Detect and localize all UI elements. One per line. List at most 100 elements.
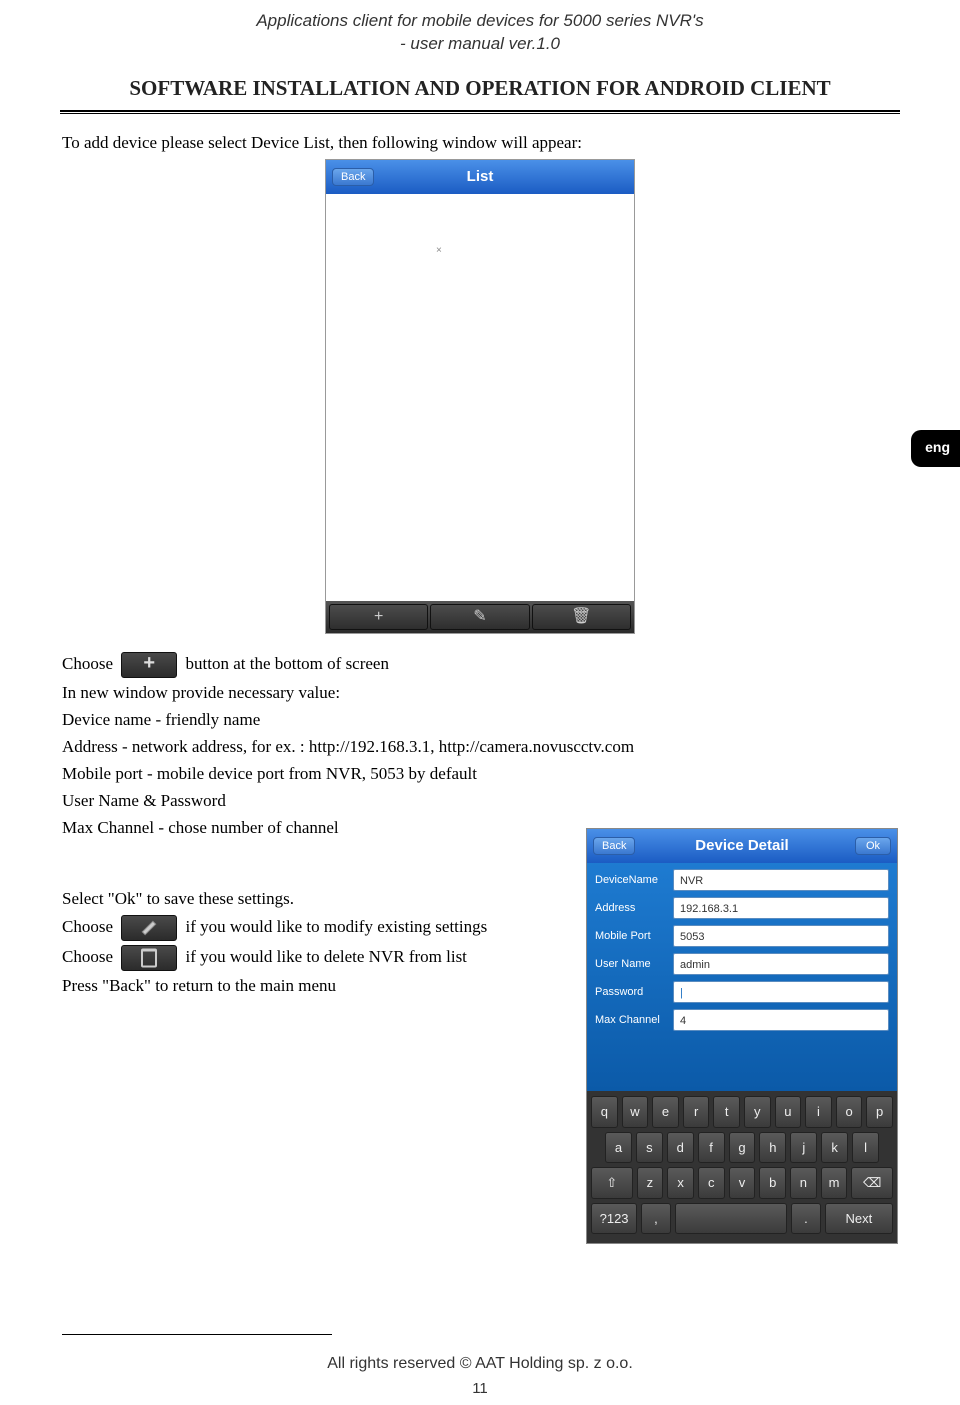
header-line1: Applications client for mobile devices f…	[0, 10, 960, 33]
label-max-channel: Max Channel	[595, 1013, 673, 1028]
choose-word: Choose	[62, 917, 113, 936]
key-z[interactable]: z	[637, 1167, 664, 1199]
list-bottombar: + ✎ 🗑	[326, 601, 634, 633]
choose-edit-line: Choose if you would like to modify exist…	[62, 915, 602, 941]
line-user-pass: User Name & Password	[62, 790, 602, 813]
key-space[interactable]	[675, 1203, 787, 1235]
line-address: Address - network address, for ex. : htt…	[62, 736, 898, 759]
key-t[interactable]: t	[713, 1096, 740, 1128]
key-n[interactable]: n	[790, 1167, 817, 1199]
keyboard-row-1: q w e r t y u i o p	[591, 1096, 893, 1128]
line-device-name: Device name - friendly name	[62, 709, 898, 732]
keyboard-row-2: a s d f g h j k l	[591, 1132, 893, 1164]
key-f[interactable]: f	[698, 1132, 725, 1164]
on-screen-keyboard: q w e r t y u i o p a s d f g h j k l ⇧ …	[587, 1091, 897, 1243]
key-p[interactable]: p	[866, 1096, 893, 1128]
line-max-channel: Max Channel - chose number of channel	[62, 817, 602, 840]
row-address: Address 192.168.3.1	[587, 891, 897, 919]
choose-delete-line: Choose if you would like to delete NVR f…	[62, 945, 602, 971]
key-h[interactable]: h	[759, 1132, 786, 1164]
input-device-name[interactable]: NVR	[673, 869, 889, 891]
key-symbols[interactable]: ?123	[591, 1203, 637, 1235]
key-next[interactable]: Next	[825, 1203, 893, 1235]
screenshot-device-detail: Back Device Detail Ok DeviceName NVR Add…	[586, 828, 898, 1244]
divider	[60, 110, 900, 114]
input-mobile-port[interactable]: 5053	[673, 925, 889, 947]
input-password[interactable]	[673, 981, 889, 1003]
label-mobile-port: Mobile Port	[595, 929, 673, 944]
key-v[interactable]: v	[729, 1167, 756, 1199]
label-user-name: User Name	[595, 957, 673, 972]
label-address: Address	[595, 901, 673, 916]
key-a[interactable]: a	[605, 1132, 632, 1164]
list-body: ×	[326, 194, 634, 601]
key-w[interactable]: w	[622, 1096, 649, 1128]
section-heading: SOFTWARE INSTALLATION AND OPERATION FOR …	[0, 74, 960, 102]
choose-add-line: Choose button at the bottom of screen	[62, 652, 898, 678]
keyboard-row-4: ?123 , . Next	[591, 1203, 893, 1235]
row-mobile-port: Mobile Port 5053	[587, 919, 897, 947]
key-o[interactable]: o	[836, 1096, 863, 1128]
line-press-back: Press "Back" to return to the main menu	[62, 975, 602, 998]
key-r[interactable]: r	[683, 1096, 710, 1128]
detail-titlebar: Back Device Detail Ok	[587, 829, 897, 863]
row-user-name: User Name admin	[587, 947, 897, 975]
delete-button[interactable]: 🗑	[532, 604, 631, 630]
key-e[interactable]: e	[652, 1096, 679, 1128]
trash-icon	[121, 945, 177, 971]
pencil-icon: ✎	[473, 606, 486, 628]
key-q[interactable]: q	[591, 1096, 618, 1128]
key-b[interactable]: b	[759, 1167, 786, 1199]
doc-header: Applications client for mobile devices f…	[0, 0, 960, 56]
key-i[interactable]: i	[805, 1096, 832, 1128]
choose-word: Choose	[62, 654, 113, 673]
input-address[interactable]: 192.168.3.1	[673, 897, 889, 919]
key-y[interactable]: y	[744, 1096, 771, 1128]
footer-rule	[62, 1334, 332, 1335]
key-d[interactable]: d	[667, 1132, 694, 1164]
add-button[interactable]: +	[329, 604, 428, 630]
key-x[interactable]: x	[667, 1167, 694, 1199]
key-k[interactable]: k	[821, 1132, 848, 1164]
key-m[interactable]: m	[821, 1167, 848, 1199]
ok-button[interactable]: Ok	[855, 837, 891, 855]
key-g[interactable]: g	[729, 1132, 756, 1164]
choose-rest: button at the bottom of screen	[186, 654, 389, 673]
row-device-name: DeviceName NVR	[587, 863, 897, 891]
keyboard-row-3: ⇧ z x c v b n m ⌫	[591, 1167, 893, 1199]
page-number: 11	[0, 1379, 960, 1399]
detail-form: DeviceName NVR Address 192.168.3.1 Mobil…	[587, 863, 897, 1091]
key-u[interactable]: u	[775, 1096, 802, 1128]
row-password: Password	[587, 975, 897, 1003]
key-backspace[interactable]: ⌫	[851, 1167, 893, 1199]
edit-rest: if you would like to modify existing set…	[186, 917, 488, 936]
line-provide: In new window provide necessary value:	[62, 682, 898, 705]
label-device-name: DeviceName	[595, 873, 673, 888]
footer-text: All rights reserved © AAT Holding sp. z …	[0, 1353, 960, 1375]
key-l[interactable]: l	[852, 1132, 879, 1164]
screenshot-list: Back List × + ✎ 🗑	[325, 159, 635, 634]
close-mark: ×	[436, 244, 442, 258]
input-max-channel[interactable]: 4	[673, 1009, 889, 1031]
language-tab[interactable]: eng	[911, 430, 960, 467]
plus-icon: +	[374, 606, 383, 628]
pencil-icon	[121, 915, 177, 941]
back-button[interactable]: Back	[593, 837, 635, 855]
header-line2: - user manual ver.1.0	[0, 33, 960, 56]
plus-icon	[121, 652, 177, 678]
key-c[interactable]: c	[698, 1167, 725, 1199]
input-user-name[interactable]: admin	[673, 953, 889, 975]
key-s[interactable]: s	[636, 1132, 663, 1164]
key-dot[interactable]: .	[791, 1203, 821, 1235]
back-button[interactable]: Back	[332, 168, 374, 186]
edit-button[interactable]: ✎	[430, 604, 529, 630]
trash-icon: 🗑	[571, 606, 591, 628]
line-select-ok: Select "Ok" to save these settings.	[62, 888, 602, 911]
key-shift[interactable]: ⇧	[591, 1167, 633, 1199]
key-comma[interactable]: ,	[641, 1203, 671, 1235]
key-j[interactable]: j	[790, 1132, 817, 1164]
intro-text: To add device please select Device List,…	[62, 132, 898, 155]
choose-word: Choose	[62, 947, 113, 966]
list-titlebar: Back List	[326, 160, 634, 194]
label-password: Password	[595, 985, 673, 1000]
